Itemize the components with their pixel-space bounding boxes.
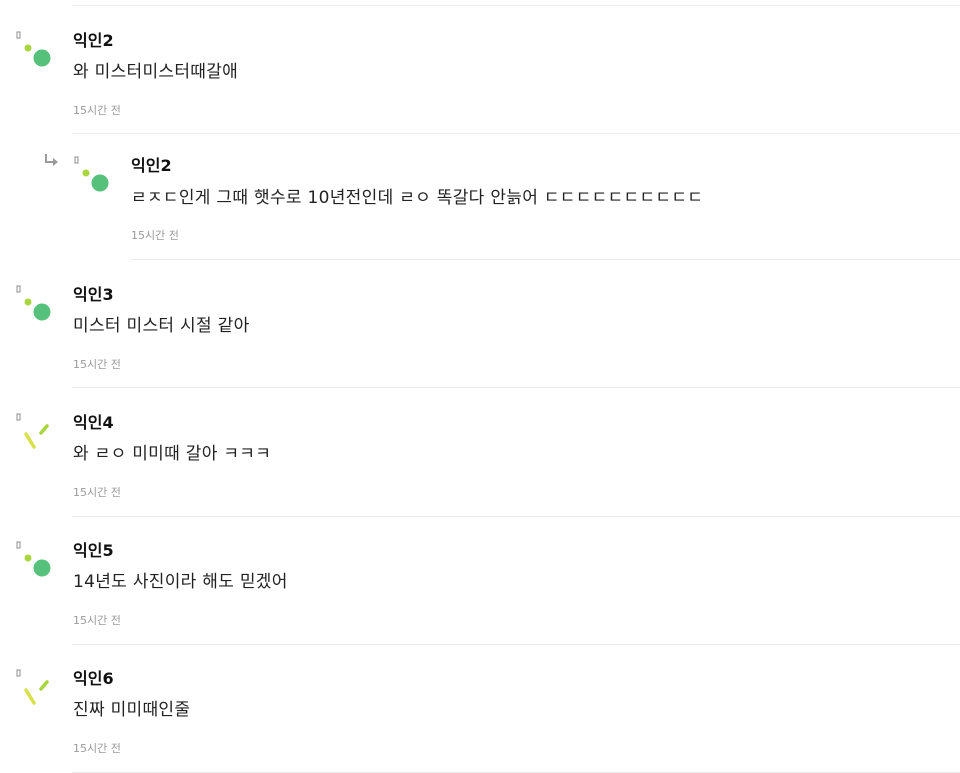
comment-time: 15시간 전 (73, 358, 121, 371)
dots-avatar-icon[interactable] (15, 284, 55, 324)
comment-author[interactable]: 익인5 (73, 541, 114, 561)
divider (130, 259, 960, 260)
divider (72, 133, 960, 134)
comment-author[interactable]: 익인3 (73, 285, 114, 305)
comment-content: 진짜 미미때인줄 (73, 700, 191, 720)
comment-content: ㄹㅈㄷ인게 그때 햇수로 10년전인데 ㄹㅇ 똑갈다 안늙어 ㄷㄷㄷㄷㄷㄷㄷㄷㄷ… (131, 188, 704, 208)
comment-content: 와 ㄹㅇ 미미때 갈아 ㅋㅋㅋ (73, 444, 272, 464)
comment-time: 15시간 전 (73, 486, 121, 499)
comment-time: 15시간 전 (73, 742, 121, 755)
divider (72, 644, 960, 645)
comment-content: 미스터 미스터 시절 같아 (73, 316, 250, 336)
comment-time: 15시간 전 (73, 104, 121, 117)
divider (72, 387, 960, 388)
dots-avatar-icon[interactable] (73, 155, 113, 195)
comment-author[interactable]: 익인2 (131, 156, 172, 176)
comment-content: 14년도 사진이라 해도 믿겠어 (73, 572, 288, 592)
dots-avatar-icon[interactable] (15, 540, 55, 580)
comment-time: 15시간 전 (73, 614, 121, 627)
divider (72, 5, 960, 6)
comment-author[interactable]: 익인6 (73, 669, 114, 689)
slash-avatar-icon[interactable] (15, 412, 55, 452)
reply-arrow-icon (45, 154, 58, 166)
comment-content: 와 미스터미스터때갈애 (73, 62, 239, 82)
comment-list: 익인2 와 미스터미스터때갈애 15시간 전 익인2 ㄹㅈㄷ인게 그때 햇수로 … (0, 0, 960, 773)
slash-avatar-icon[interactable] (15, 668, 55, 708)
comment-time: 15시간 전 (131, 229, 179, 242)
comment-author[interactable]: 익인2 (73, 31, 114, 51)
comment-author[interactable]: 익인4 (73, 413, 114, 433)
divider (72, 516, 960, 517)
dots-avatar-icon[interactable] (15, 30, 55, 70)
